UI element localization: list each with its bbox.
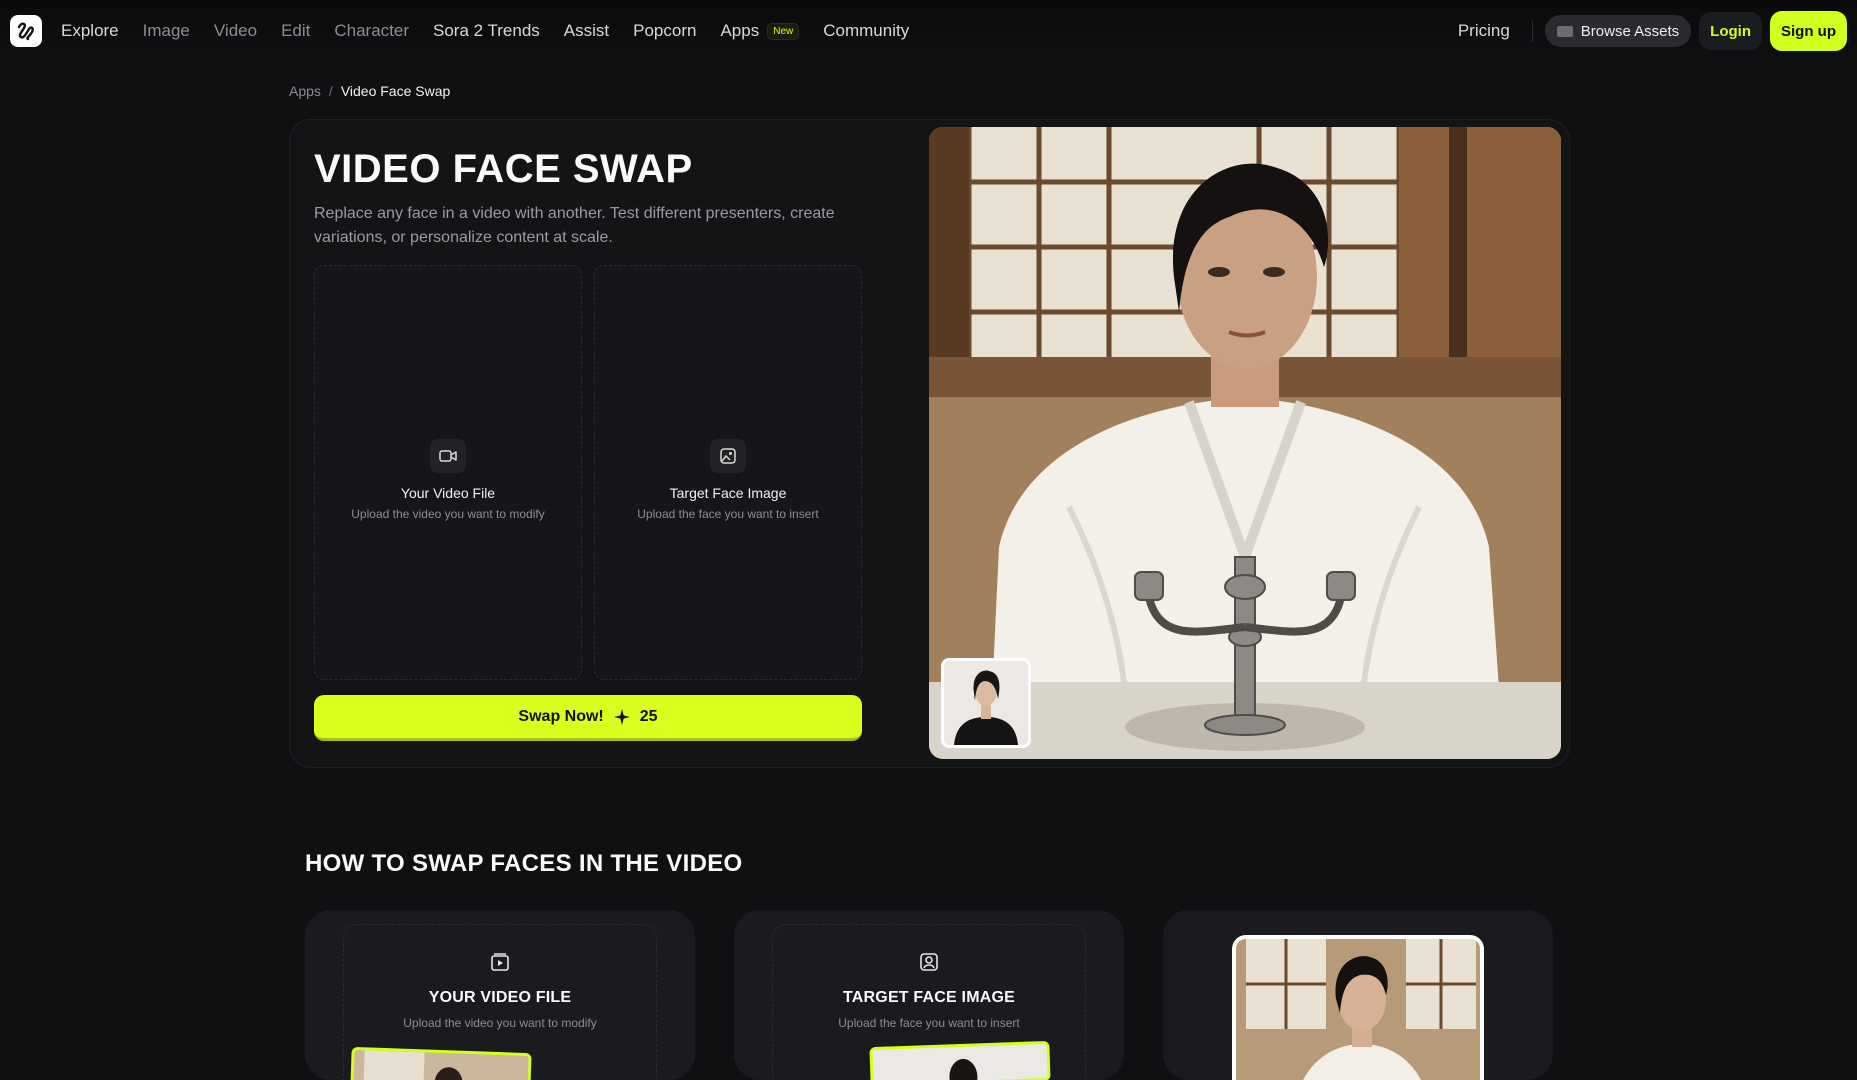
result-preview-image (1236, 939, 1480, 1080)
portrait-icon (919, 952, 939, 977)
video-upload-dropzone[interactable]: Your Video File Upload the video you wan… (314, 265, 582, 680)
image-icon (710, 438, 746, 473)
nav-apps[interactable]: Apps New (720, 21, 800, 41)
how-to-card-face: TARGET FACE IMAGE Upload the face you wa… (734, 910, 1124, 1080)
login-button[interactable]: Login (1699, 12, 1762, 50)
result-preview (1232, 935, 1484, 1080)
video-upload-title: Your Video File (400, 484, 496, 501)
hero-card: VIDEO FACE SWAP Replace any face in a vi… (289, 119, 1570, 768)
nav-edit[interactable]: Edit (281, 21, 310, 41)
how-to-video-title: YOUR VIDEO FILE (428, 989, 572, 1006)
how-to-card-result (1163, 910, 1553, 1080)
browse-assets-label: Browse Assets (1580, 22, 1680, 40)
face-upload-subtitle: Upload the face you want to insert (637, 506, 819, 521)
nav-community[interactable]: Community (823, 21, 909, 41)
face-sample-preview (869, 1040, 1051, 1080)
preview-video[interactable] (929, 127, 1561, 759)
page-description: Replace any face in a video with another… (314, 205, 835, 246)
how-to-face-title: TARGET FACE IMAGE (843, 989, 1015, 1006)
page-title: VIDEO FACE SWAP (314, 147, 693, 191)
nav-sora-2-trends[interactable]: Sora 2 Trends (433, 21, 540, 41)
how-to-face-subtitle: Upload the face you want to insert (838, 1016, 1020, 1030)
nav-video[interactable]: Video (214, 21, 257, 41)
swap-now-button[interactable]: Swap Now! 25 (314, 695, 862, 741)
breadcrumb-apps[interactable]: Apps (289, 83, 321, 99)
new-badge: New (767, 22, 800, 40)
logo-mark-icon (17, 22, 34, 41)
signup-button[interactable]: Sign up (1770, 11, 1847, 51)
top-navigation: Explore Image Video Edit Character Sora … (0, 0, 1857, 62)
nav-explore[interactable]: Explore (61, 21, 119, 41)
credit-cost: 25 (639, 707, 658, 725)
sparkle-icon (613, 708, 630, 725)
breadcrumb: Apps / Video Face Swap (289, 83, 450, 99)
how-to-video-subtitle: Upload the video you want to modify (403, 1016, 597, 1030)
swap-now-label: Swap Now! (518, 707, 604, 725)
breadcrumb-separator: / (328, 83, 333, 99)
target-face-thumbnail (941, 658, 1031, 748)
nav-popcorn[interactable]: Popcorn (633, 21, 696, 41)
how-to-heading: HOW TO SWAP FACES IN THE VIDEO (305, 850, 743, 877)
video-upload-subtitle: Upload the video you want to modify (351, 506, 545, 521)
nav-character[interactable]: Character (334, 21, 409, 41)
breadcrumb-current: Video Face Swap (340, 83, 451, 99)
video-camera-icon (430, 438, 466, 473)
pricing-link[interactable]: Pricing (1458, 21, 1510, 41)
face-upload-dropzone[interactable]: Target Face Image Upload the face you wa… (594, 265, 862, 680)
video-file-icon (490, 952, 510, 977)
video-sample-preview (350, 1046, 532, 1080)
browse-assets-button[interactable]: Browse Assets (1544, 15, 1692, 47)
nav-apps-label: Apps (720, 21, 760, 40)
folder-icon (1556, 25, 1573, 37)
nav-actions: Pricing Browse Assets Login Sign up (1458, 11, 1847, 51)
how-to-card-video: YOUR VIDEO FILE Upload the video you wan… (305, 910, 695, 1080)
nav-assist[interactable]: Assist (564, 21, 609, 41)
face-upload-title: Target Face Image (669, 484, 787, 501)
nav-image[interactable]: Image (143, 21, 190, 41)
nav-divider (1531, 20, 1533, 42)
target-face-portrait (944, 661, 1028, 745)
logo[interactable] (10, 15, 42, 47)
